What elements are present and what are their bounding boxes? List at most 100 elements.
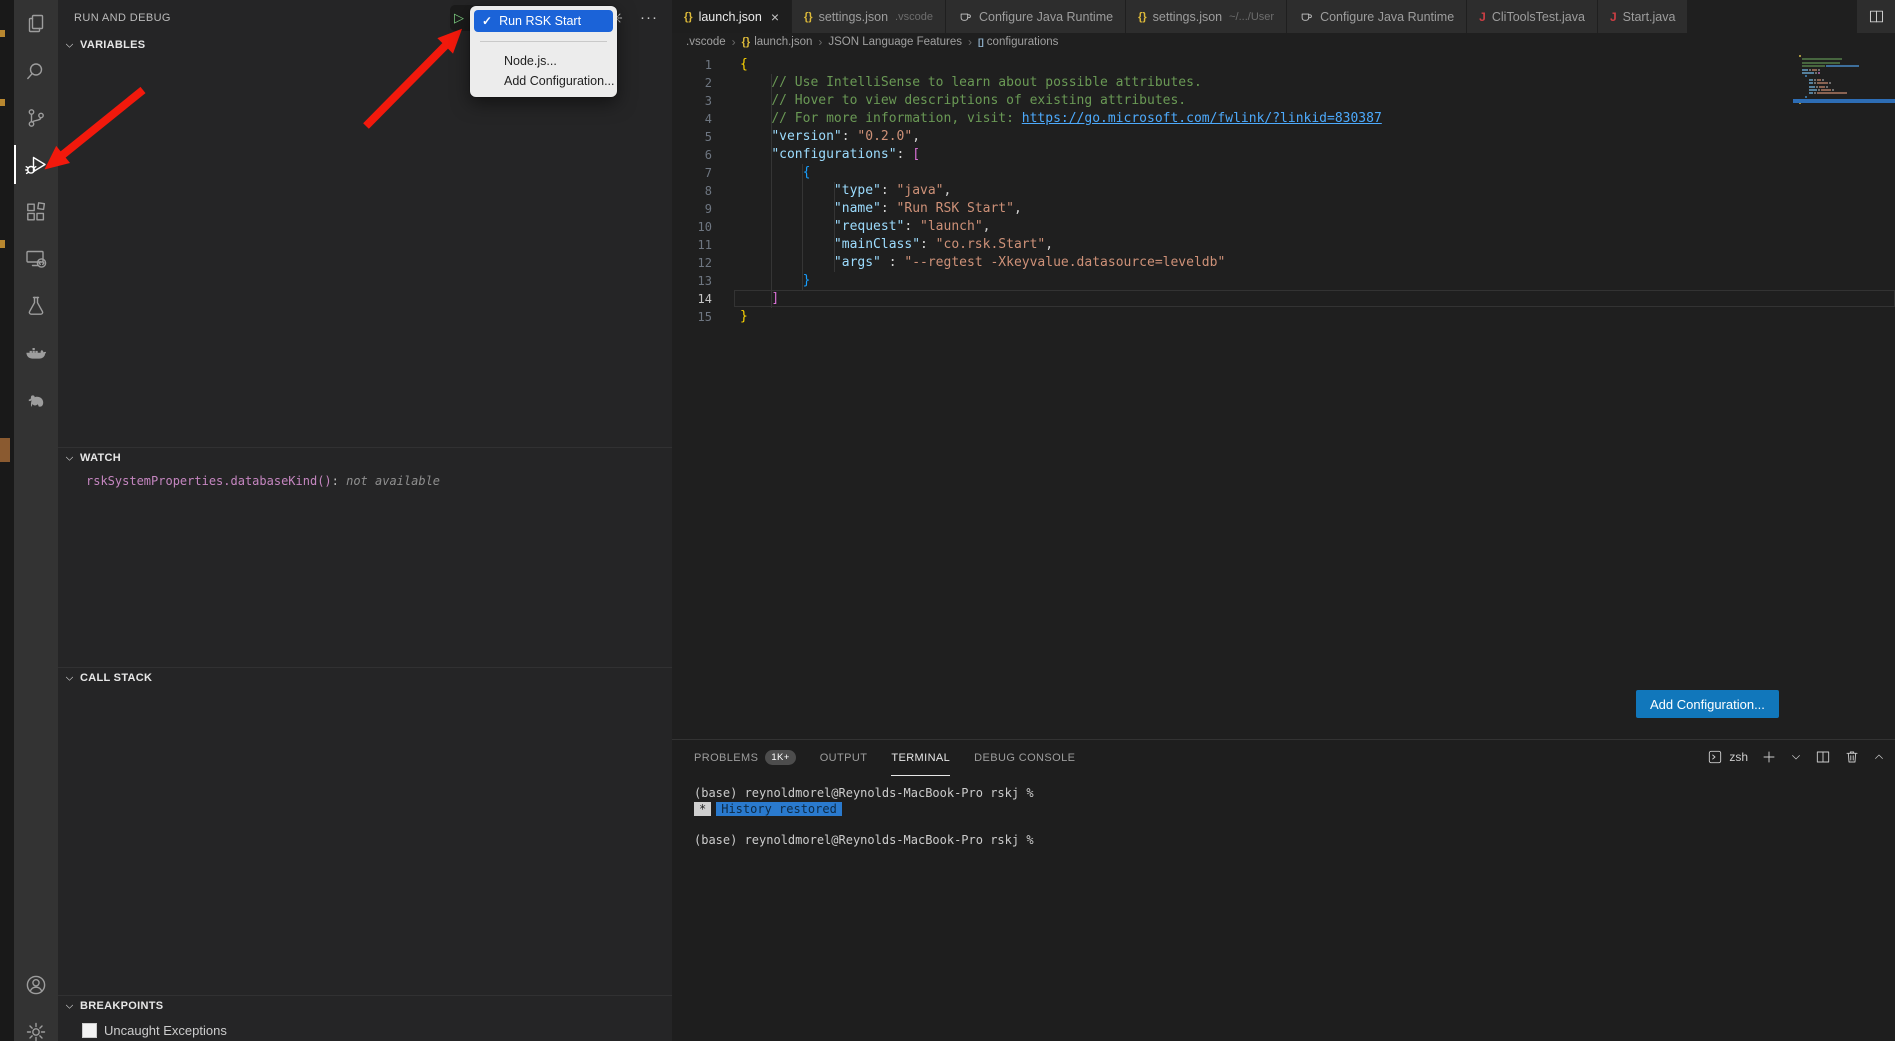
chevron-down-icon bbox=[64, 673, 75, 684]
gradle-elephant-icon bbox=[24, 388, 48, 412]
chevron-down-icon bbox=[64, 453, 75, 464]
code-line[interactable]: 14 ] bbox=[672, 290, 1895, 308]
panel-tab-debug-console[interactable]: DEBUG CONSOLE bbox=[974, 740, 1075, 776]
code-line[interactable]: 3 // Hover to view descriptions of exist… bbox=[672, 92, 1895, 110]
tab-settings-json[interactable]: {}settings.json~/.../User bbox=[1126, 0, 1287, 33]
menu-item-label: Run RSK Start bbox=[499, 14, 581, 28]
code-line[interactable]: 2 // Use IntelliSense to learn about pos… bbox=[672, 74, 1895, 92]
search-icon bbox=[24, 59, 48, 83]
uncaught-exceptions-checkbox[interactable] bbox=[82, 1023, 97, 1038]
activity-run-and-debug[interactable] bbox=[14, 141, 58, 188]
line-number: 11 bbox=[672, 236, 712, 254]
minimap[interactable] bbox=[1799, 55, 1891, 106]
close-icon[interactable]: × bbox=[771, 9, 779, 25]
activity-explorer[interactable] bbox=[14, 0, 58, 47]
terminal-icon[interactable] bbox=[1707, 749, 1723, 765]
code-line[interactable]: 10 "request": "launch", bbox=[672, 218, 1895, 236]
code-line[interactable]: 6 "configurations": [ bbox=[672, 146, 1895, 164]
breadcrumb-label: JSON Language Features bbox=[828, 36, 962, 48]
tab-clitoolstest-java[interactable]: JCliToolsTest.java bbox=[1467, 0, 1598, 33]
activity-extensions[interactable] bbox=[14, 188, 58, 235]
add-configuration-button[interactable]: Add Configuration... bbox=[1636, 690, 1779, 718]
minimap-current-line bbox=[1793, 99, 1895, 103]
section-label: BREAKPOINTS bbox=[80, 1000, 163, 1012]
shell-label: zsh bbox=[1729, 750, 1748, 764]
more-actions-icon[interactable]: ··· bbox=[640, 0, 658, 35]
breadcrumb-label: configurations bbox=[987, 36, 1059, 48]
terminal-highlight-chip: * bbox=[694, 802, 711, 816]
breadcrumb-item[interactable]: .vscode bbox=[686, 36, 726, 48]
panel-tab-problems[interactable]: PROBLEMS 1K+ bbox=[694, 740, 796, 776]
activity-accounts[interactable] bbox=[14, 961, 58, 1008]
split-terminal-icon[interactable] bbox=[1815, 749, 1831, 765]
terminal-line: (base) reynoldmorel@Reynolds-MacBook-Pro… bbox=[694, 786, 1875, 802]
problems-count-badge: 1K+ bbox=[765, 750, 795, 765]
tab-bar-actions bbox=[1857, 0, 1895, 33]
tab-configure-java-runtime[interactable]: Configure Java Runtime bbox=[946, 0, 1126, 33]
play-icon[interactable]: ▷ bbox=[454, 10, 464, 26]
code-editor[interactable]: 1{2 // Use IntelliSense to learn about p… bbox=[672, 51, 1895, 740]
code-line[interactable]: 8 "type": "java", bbox=[672, 182, 1895, 200]
terminal-picker-chevron-icon[interactable] bbox=[1790, 751, 1802, 763]
editor-region: {}launch.json×{}settings.json.vscodeConf… bbox=[672, 0, 1895, 1041]
activity-testing[interactable] bbox=[14, 282, 58, 329]
code-line[interactable]: 11 "mainClass": "co.rsk.Start", bbox=[672, 236, 1895, 254]
line-number: 9 bbox=[672, 200, 712, 218]
activity-remote-explorer[interactable] bbox=[14, 235, 58, 282]
panel-tab-label: PROBLEMS bbox=[694, 752, 758, 764]
chevron-down-icon bbox=[64, 40, 75, 51]
tab-label: Start.java bbox=[1623, 10, 1676, 24]
new-terminal-icon[interactable] bbox=[1761, 749, 1777, 765]
watch-value: not available bbox=[346, 474, 440, 488]
activity-source-control[interactable] bbox=[14, 94, 58, 141]
menu-item-run-rsk-start[interactable]: ✓ Run RSK Start bbox=[474, 10, 613, 32]
tab-settings-json[interactable]: {}settings.json.vscode bbox=[792, 0, 946, 33]
code-line[interactable]: 9 "name": "Run RSK Start", bbox=[672, 200, 1895, 218]
panel-tab-output[interactable]: OUTPUT bbox=[820, 740, 868, 776]
code-line[interactable]: 13 } bbox=[672, 272, 1895, 290]
activity-docker[interactable] bbox=[14, 329, 58, 376]
activity-gradle[interactable] bbox=[14, 376, 58, 423]
tab-label: launch.json bbox=[699, 10, 762, 24]
code-line[interactable]: 7 { bbox=[672, 164, 1895, 182]
editor-tab-bar: {}launch.json×{}settings.json.vscodeConf… bbox=[672, 0, 1895, 33]
activity-settings[interactable] bbox=[14, 1008, 58, 1041]
tab-configure-java-runtime[interactable]: Configure Java Runtime bbox=[1287, 0, 1467, 33]
code-line[interactable]: 15} bbox=[672, 308, 1895, 326]
tab-launch-json[interactable]: {}launch.json× bbox=[672, 0, 792, 33]
json-icon: {} bbox=[742, 36, 751, 48]
line-number: 5 bbox=[672, 128, 712, 146]
breakpoints-section: BREAKPOINTS Uncaught Exceptions bbox=[58, 995, 672, 1038]
code-line[interactable]: 5 "version": "0.2.0", bbox=[672, 128, 1895, 146]
watch-header[interactable]: WATCH bbox=[58, 447, 672, 468]
tab-label: CliToolsTest.java bbox=[1492, 10, 1585, 24]
breakpoint-row: Uncaught Exceptions bbox=[82, 1023, 672, 1038]
split-editor-icon[interactable] bbox=[1868, 8, 1885, 25]
tab-start-java[interactable]: JStart.java bbox=[1598, 0, 1689, 33]
panel-tab-label: DEBUG CONSOLE bbox=[974, 752, 1075, 764]
watch-expression-row[interactable]: rskSystemProperties.databaseKind(): not … bbox=[86, 474, 672, 488]
menu-item-nodejs[interactable]: Node.js... bbox=[470, 51, 617, 71]
breadcrumb-item[interactable]: [ ]configurations bbox=[978, 36, 1058, 48]
menu-item-add-configuration[interactable]: Add Configuration... bbox=[470, 71, 617, 91]
account-icon bbox=[24, 973, 48, 997]
breadcrumb-separator: › bbox=[968, 35, 972, 49]
kill-terminal-icon[interactable] bbox=[1844, 749, 1860, 765]
code-line[interactable]: 12 "args" : "--regtest -Xkeyvalue.dataso… bbox=[672, 254, 1895, 272]
breakpoints-header[interactable]: BREAKPOINTS bbox=[58, 995, 672, 1016]
panel-tab-label: TERMINAL bbox=[891, 752, 950, 764]
call-stack-header[interactable]: CALL STACK bbox=[58, 667, 672, 688]
breadcrumb-item[interactable]: {}launch.json bbox=[742, 36, 813, 48]
sidebar-title: RUN AND DEBUG bbox=[74, 12, 171, 24]
line-number: 6 bbox=[672, 146, 712, 164]
breadcrumb-item[interactable]: JSON Language Features bbox=[828, 36, 962, 48]
debug-sidebar: RUN AND DEBUG ▷ ··· VARIABLES WATCH rskS… bbox=[58, 0, 673, 1041]
code-line[interactable]: 4 // For more information, visit: https:… bbox=[672, 110, 1895, 128]
debug-config-menu: ✓ Run RSK Start Node.js... Add Configura… bbox=[470, 6, 617, 97]
code-line[interactable]: 1{ bbox=[672, 56, 1895, 74]
terminal-output[interactable]: (base) reynoldmorel@Reynolds-MacBook-Pro… bbox=[694, 786, 1875, 848]
maximize-panel-icon[interactable] bbox=[1873, 751, 1885, 763]
breadcrumb: .vscode›{}launch.json›JSON Language Feat… bbox=[672, 33, 1895, 51]
panel-tab-terminal[interactable]: TERMINAL bbox=[891, 740, 950, 776]
activity-search[interactable] bbox=[14, 47, 58, 94]
